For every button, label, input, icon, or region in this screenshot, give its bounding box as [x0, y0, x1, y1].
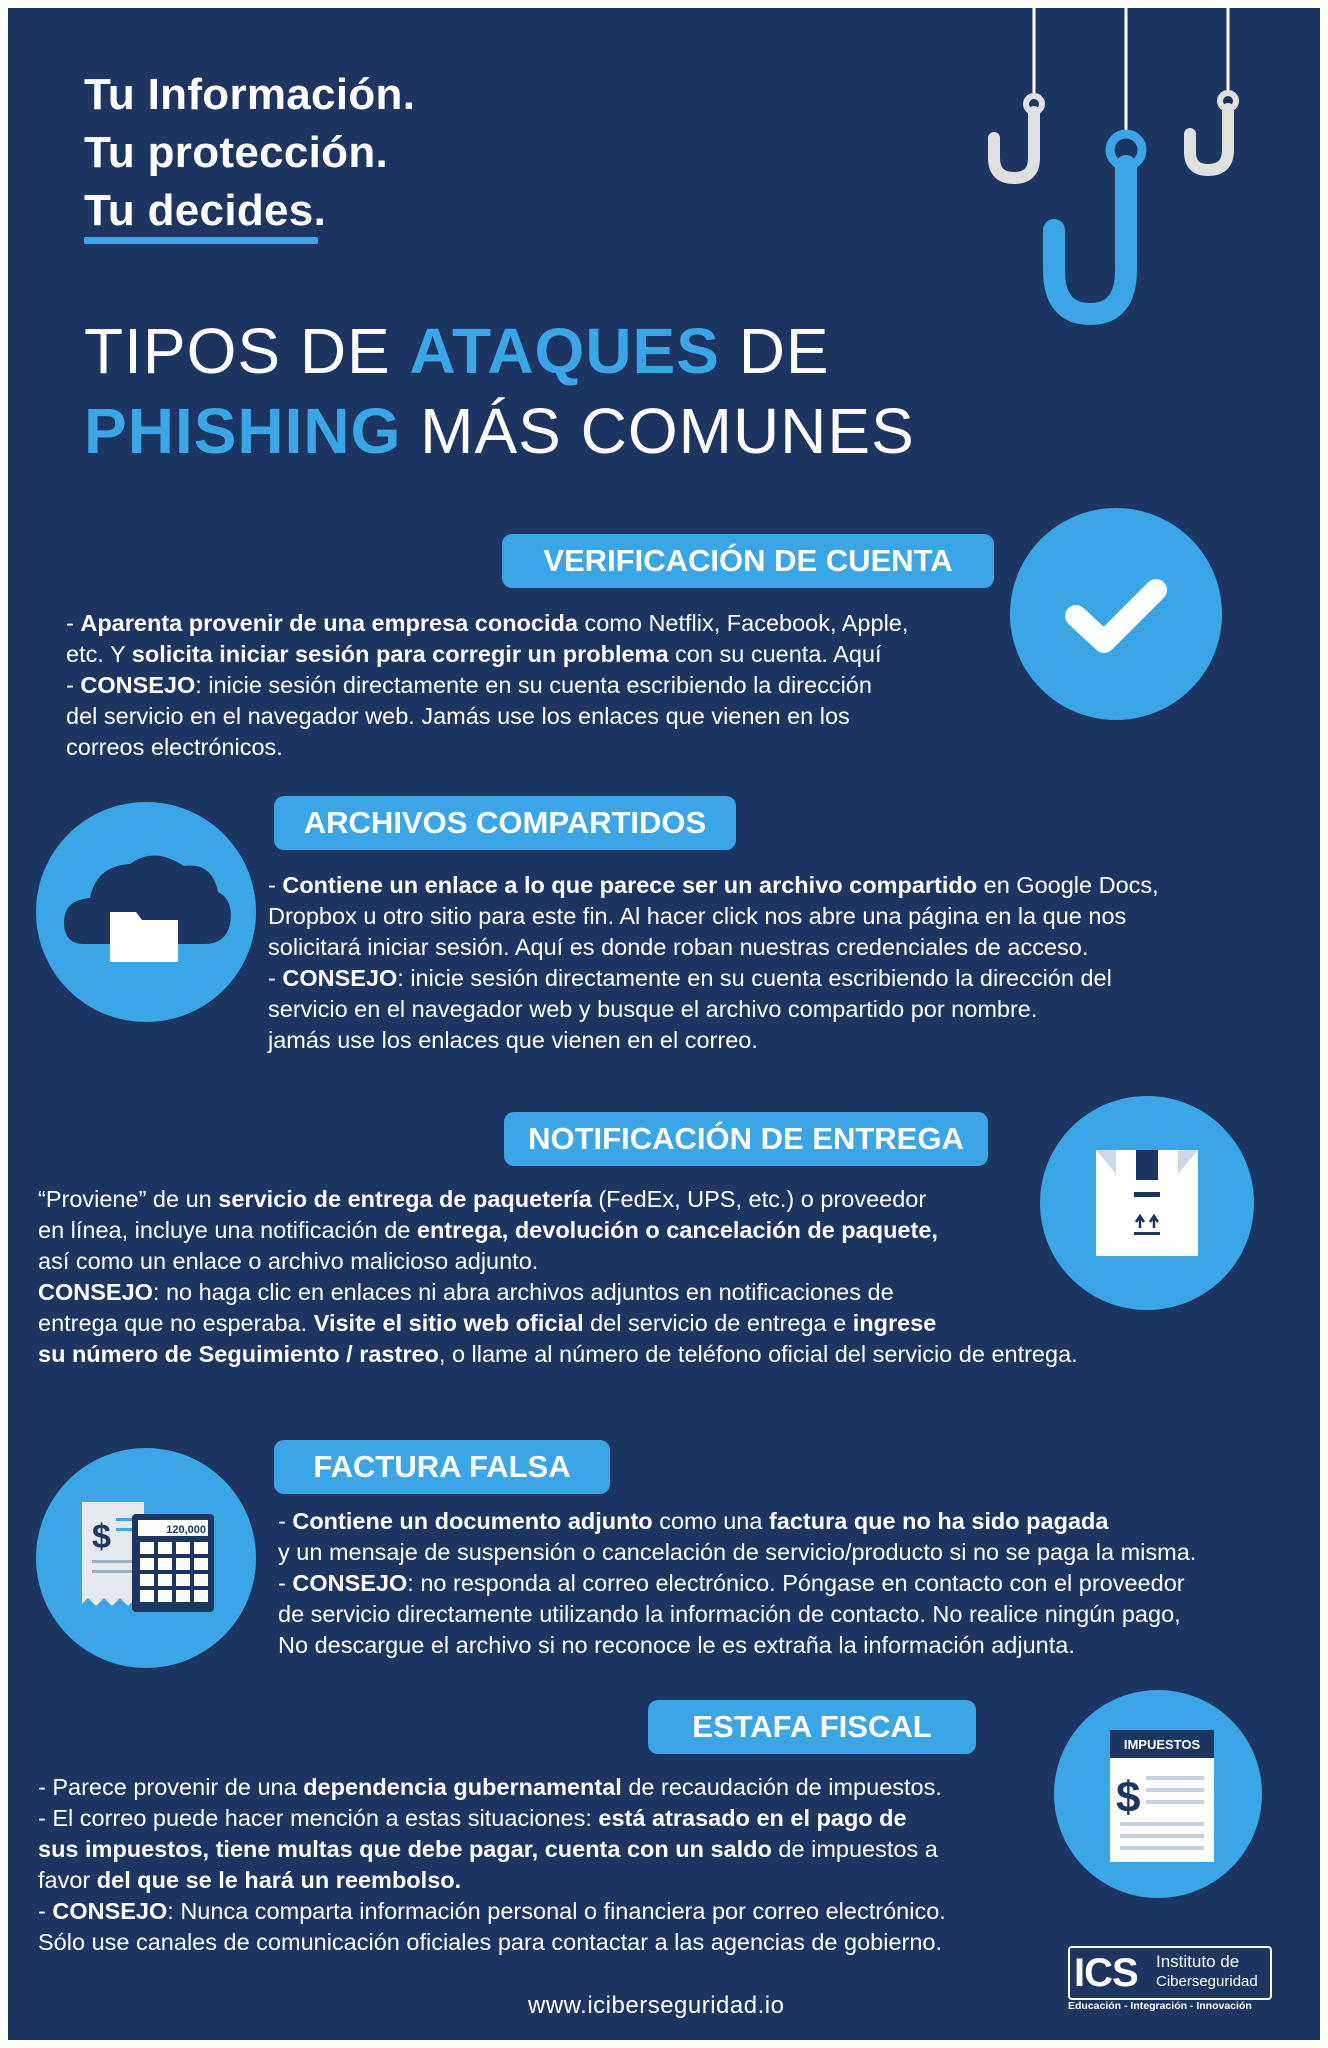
invoice-icon-circle: $ 120,000 [36, 1448, 256, 1668]
ics-logo-tagline: Educación - Integración - Innovación [1068, 2000, 1252, 2012]
cloud-folder-icon [64, 855, 231, 962]
check-icon-circle [1010, 508, 1222, 720]
body-line: entrega que no esperaba. Visite el sitio… [38, 1310, 937, 1336]
body-line: etc. Y solicita iniciar sesión para corr… [66, 641, 882, 667]
ics-logo-name-1: Instituto de [1156, 1952, 1240, 1971]
body-line: - Aparenta provenir de una empresa conoc… [66, 610, 909, 636]
fishing-hooks-icon [988, 8, 1239, 326]
tax-icon-circle: IMPUESTOS $ [1054, 1690, 1262, 1898]
section-body-shared-files: - Contiene un enlace a lo que parece ser… [268, 870, 1308, 1056]
tagline-line-2: Tu protección. [84, 128, 389, 177]
body-line: - Contiene un documento adjunto como una… [278, 1508, 1109, 1534]
body-line: CONSEJO: no haga clic en enlaces ni abra… [38, 1279, 894, 1305]
infographic-poster: Tu Información. Tu protección. Tu decide… [8, 8, 1320, 2040]
section-title-fake-invoice: FACTURA FALSA [274, 1440, 610, 1494]
body-line: No descargue el archivo si no reconoce l… [278, 1632, 1075, 1658]
tax-document-label: IMPUESTOS [1124, 1737, 1201, 1752]
headline-highlight: PHISHING [84, 395, 402, 467]
svg-text:$: $ [1116, 1773, 1140, 1822]
cloud-icon-circle [36, 802, 256, 1022]
check-icon [1065, 579, 1167, 653]
body-line: de servicio directamente utilizando la i… [278, 1601, 1181, 1627]
invoice-calculator-icon: $ 120,000 [82, 1502, 214, 1612]
body-line: - Parece provenir de una dependencia gub… [38, 1774, 942, 1800]
section-title-account-verification: VERIFICACIÓN DE CUENTA [502, 534, 994, 588]
section-body-fake-invoice: - Contiene un documento adjunto como una… [278, 1506, 1318, 1661]
ics-logo-abbr: ICS [1074, 1951, 1139, 1995]
body-line: y un mensaje de suspensión o cancelación… [278, 1539, 1197, 1565]
svg-text:$: $ [92, 1518, 111, 1556]
body-line: del servicio en el navegador web. Jamás … [66, 703, 850, 729]
headline-text: TIPOS DE [84, 315, 410, 387]
body-line: “Proviene” de un servicio de entrega de … [38, 1186, 927, 1212]
ics-logo-box: ICS Instituto de Ciberseguridad [1068, 1946, 1272, 2000]
section-body-delivery-notification: “Proviene” de un servicio de entrega de … [38, 1184, 1278, 1370]
headline-highlight: ATAQUES [409, 315, 720, 387]
body-line: - CONSEJO: Nunca comparta información pe… [38, 1898, 946, 1924]
body-line: solicitará iniciar sesión. Aquí es donde… [268, 934, 1089, 960]
body-line: sus impuestos, tiene multas que debe pag… [38, 1836, 938, 1862]
body-line: Sólo use canales de comunicación oficial… [38, 1929, 943, 1955]
body-line: servicio en el navegador web y busque el… [268, 996, 1038, 1022]
body-line: favor del que se le hará un reembolso. [38, 1867, 462, 1893]
body-line: Dropbox u otro sitio para este fin. Al h… [268, 903, 1127, 929]
footer-url[interactable]: www.iciberseguridad.io [528, 1992, 784, 2020]
body-line: correos electrónicos. [66, 734, 283, 760]
section-title-delivery-notification: NOTIFICACIÓN DE ENTREGA [504, 1112, 988, 1166]
section-body-tax-scam: - Parece provenir de una dependencia gub… [38, 1772, 1058, 1958]
ics-logo-name-2: Ciberseguridad [1156, 1973, 1258, 1990]
body-line: - CONSEJO: inicie sesión directamente en… [268, 965, 1112, 991]
body-line: - Contiene un enlace a lo que parece ser… [268, 872, 1159, 898]
section-body-account-verification: - Aparenta provenir de una empresa conoc… [66, 608, 1016, 763]
tagline-underline [84, 237, 318, 244]
body-line: - El correo puede hacer mención a estas … [38, 1805, 907, 1831]
headline-line-2: PHISHING MÁS COMUNES [84, 394, 915, 468]
body-line: en línea, incluye una notificación de en… [38, 1217, 938, 1243]
calculator-display: 120,000 [166, 1524, 206, 1536]
ics-logo: ICS Instituto de Ciberseguridad Educació… [1068, 1946, 1274, 2018]
section-title-shared-files: ARCHIVOS COMPARTIDOS [274, 796, 736, 850]
body-line: - CONSEJO: no responda al correo electró… [278, 1570, 1185, 1596]
headline-text: DE [719, 315, 830, 387]
body-line: - CONSEJO: inicie sesión directamente en… [66, 672, 872, 698]
headline-text: MÁS COMUNES [401, 395, 915, 467]
tagline-line-1: Tu Información. [84, 70, 416, 119]
body-line: jamás use los enlaces que vienen en el c… [268, 1027, 758, 1053]
body-line: así como un enlace o archivo malicioso a… [38, 1248, 539, 1274]
section-title-tax-scam: ESTAFA FISCAL [648, 1700, 976, 1754]
body-line: su número de Seguimiento / rastreo, o ll… [38, 1341, 1078, 1367]
headline-line-1: TIPOS DE ATAQUES DE [84, 314, 830, 388]
tax-document-icon: IMPUESTOS $ [1110, 1730, 1214, 1862]
tagline-line-3: Tu decides. [84, 186, 327, 235]
